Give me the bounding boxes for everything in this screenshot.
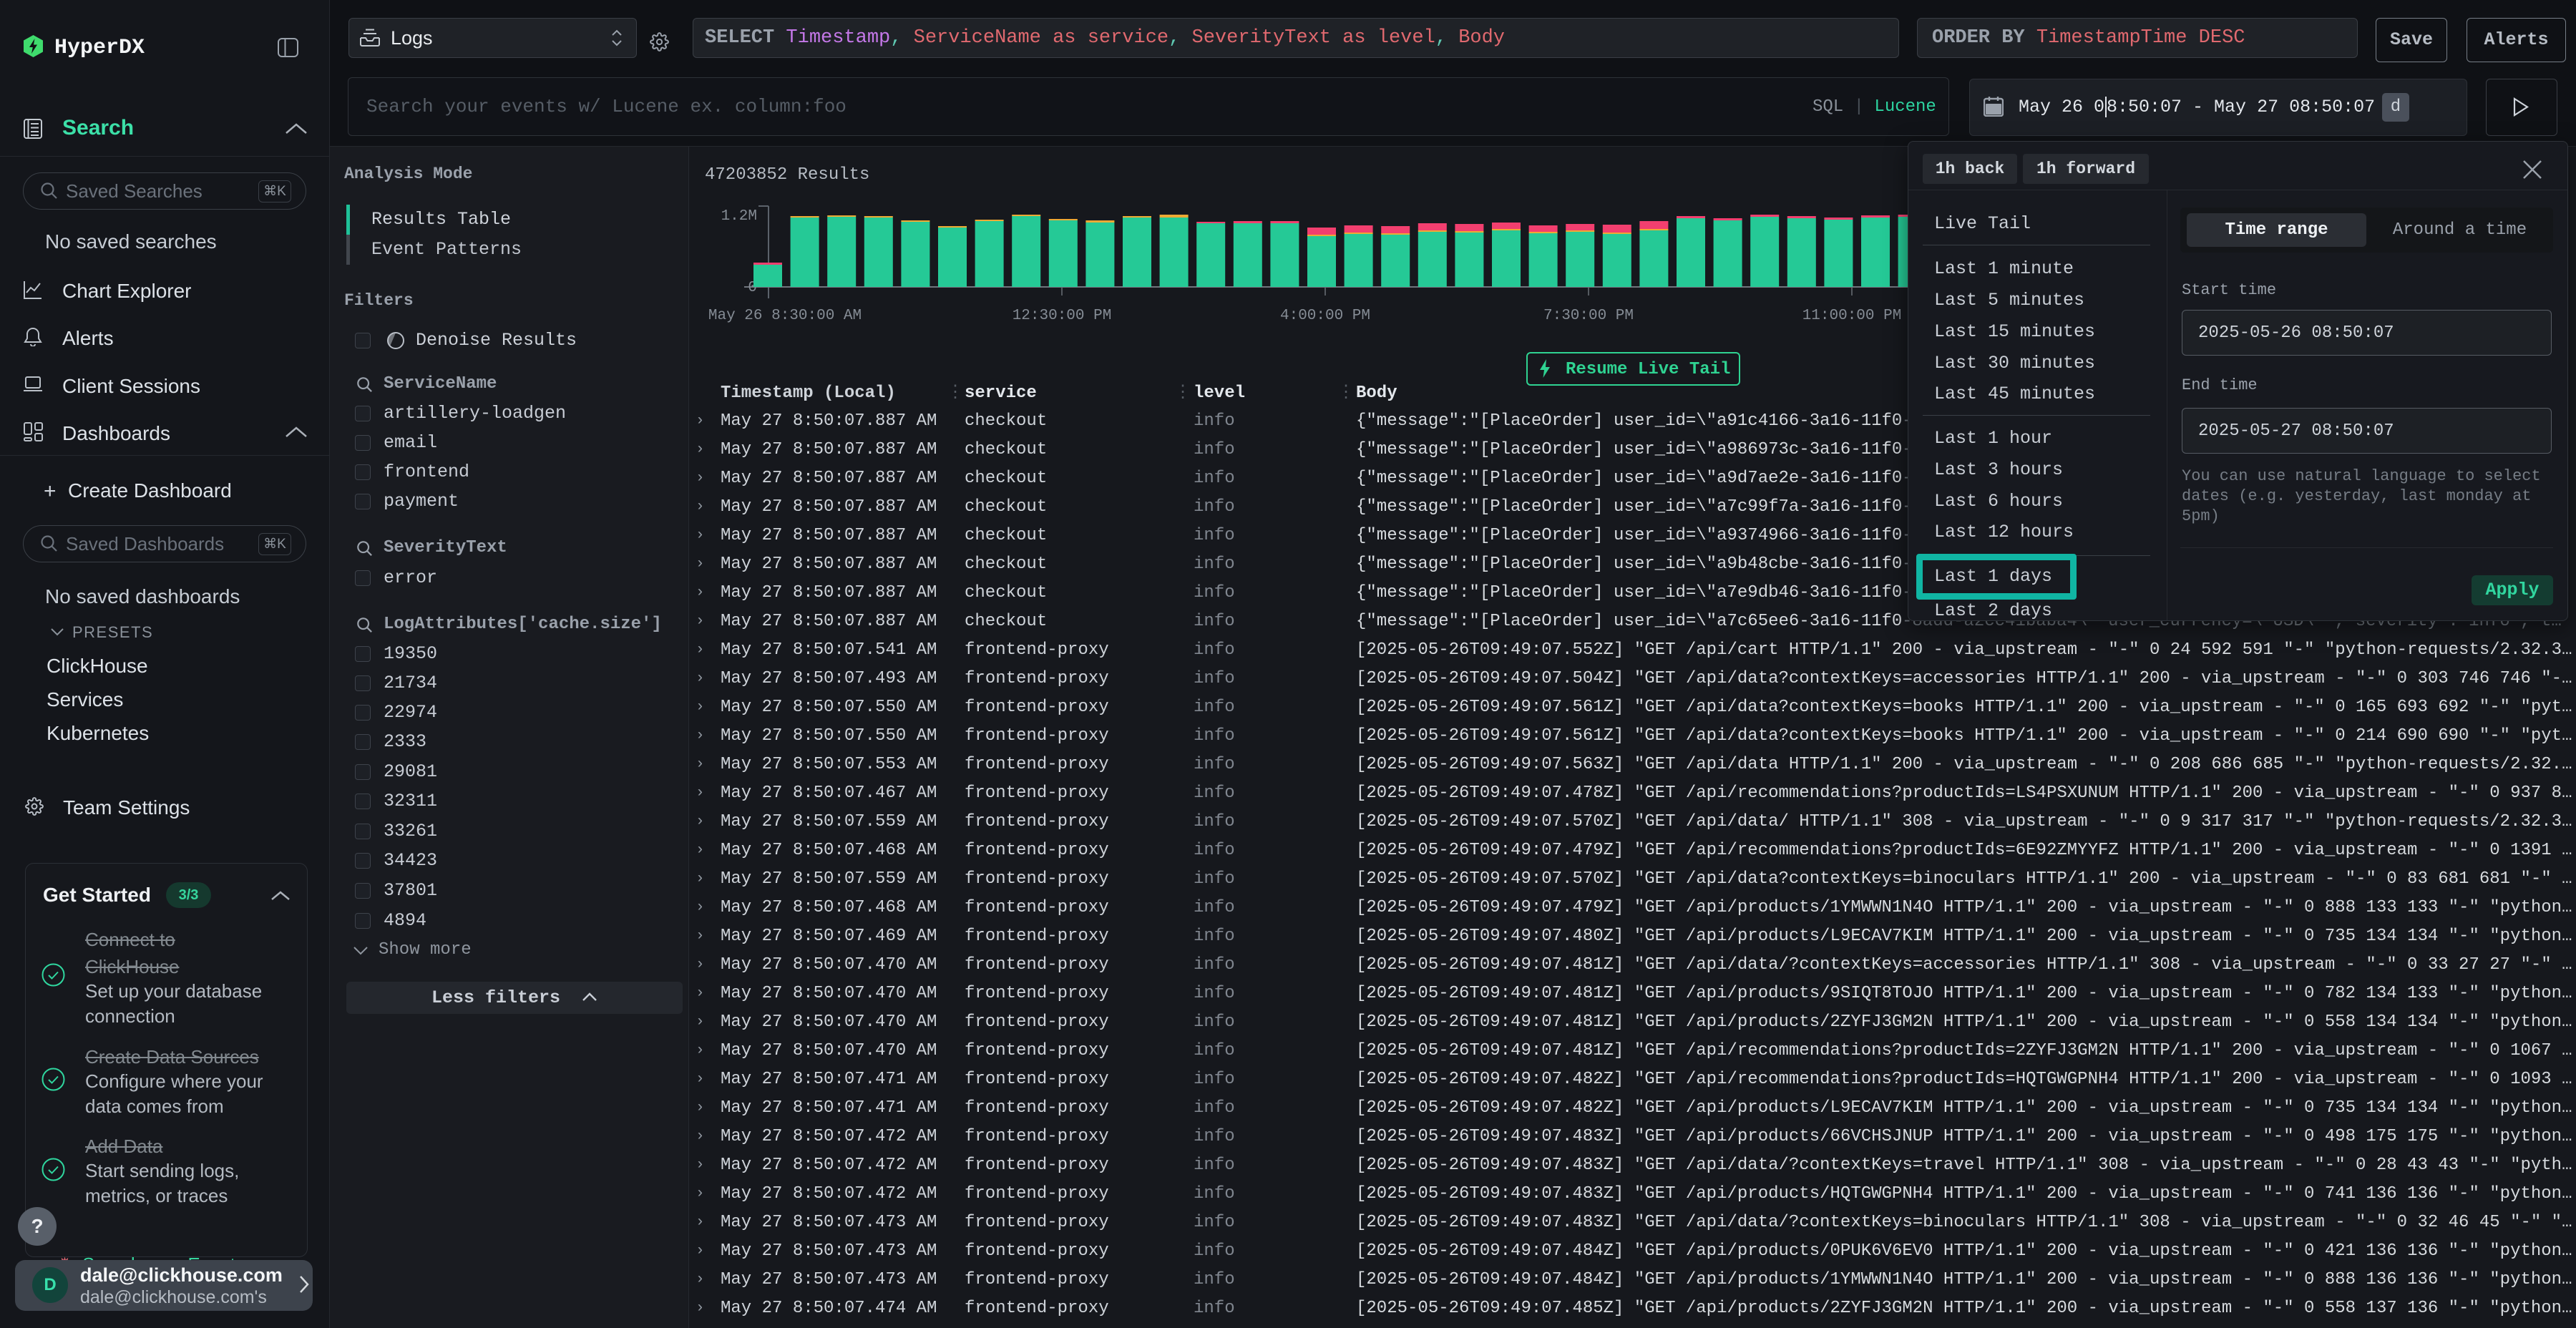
svg-text:11:00:00 PM: 11:00:00 PM [1802, 308, 1902, 324]
svg-text:1.2M: 1.2M [721, 208, 757, 225]
svg-text:4:00:00 PM: 4:00:00 PM [1280, 308, 1370, 324]
svg-text:May 26 8:30:00 AM: May 26 8:30:00 AM [708, 308, 862, 324]
svg-text:12:30:00 PM: 12:30:00 PM [1013, 308, 1112, 324]
svg-text:7:30:00 PM: 7:30:00 PM [1543, 308, 1634, 324]
